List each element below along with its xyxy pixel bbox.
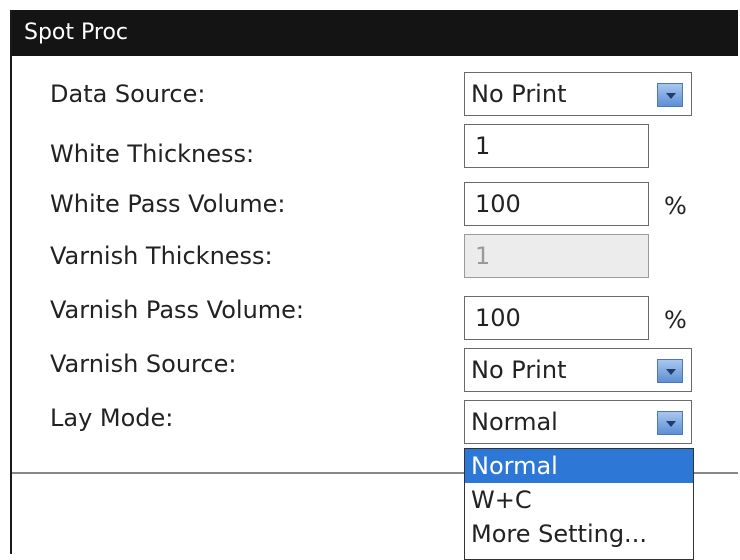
spot-proc-panel: Spot Proc Data Source: No Print White Th…	[10, 10, 738, 560]
varnish-pass-volume-input[interactable]: 100	[464, 296, 649, 340]
varnish-pass-volume-label: Varnish Pass Volume:	[50, 296, 305, 324]
dropdown-option-more-setting[interactable]: More Setting...	[465, 517, 693, 551]
chevron-down-icon[interactable]	[657, 359, 683, 383]
white-pass-volume-unit: %	[664, 192, 687, 220]
varnish-source-select[interactable]: No Print	[464, 348, 692, 392]
dropdown-option-normal[interactable]: Normal	[465, 449, 693, 483]
lay-mode-label: Lay Mode:	[50, 404, 174, 432]
varnish-thickness-input: 1	[464, 234, 649, 278]
white-pass-volume-input[interactable]: 100	[464, 182, 649, 226]
lay-mode-dropdown-list[interactable]: Normal W+C More Setting...	[464, 448, 694, 560]
white-thickness-label: White Thickness:	[50, 140, 255, 168]
white-pass-volume-label: White Pass Volume:	[50, 190, 286, 218]
white-thickness-input[interactable]: 1	[464, 124, 649, 168]
data-source-label: Data Source:	[50, 80, 206, 108]
data-source-select[interactable]: No Print	[464, 72, 692, 116]
data-source-value: No Print	[471, 80, 567, 108]
chevron-down-icon[interactable]	[657, 411, 683, 435]
lay-mode-value: Normal	[471, 408, 558, 436]
varnish-source-label: Varnish Source:	[50, 350, 237, 378]
varnish-thickness-label: Varnish Thickness:	[50, 242, 273, 270]
lay-mode-select[interactable]: Normal	[464, 400, 692, 444]
panel-title: Spot Proc	[12, 10, 738, 56]
varnish-pass-volume-unit: %	[664, 306, 687, 334]
varnish-source-value: No Print	[471, 356, 567, 384]
chevron-down-icon[interactable]	[657, 83, 683, 107]
dropdown-option-w-c[interactable]: W+C	[465, 483, 693, 517]
